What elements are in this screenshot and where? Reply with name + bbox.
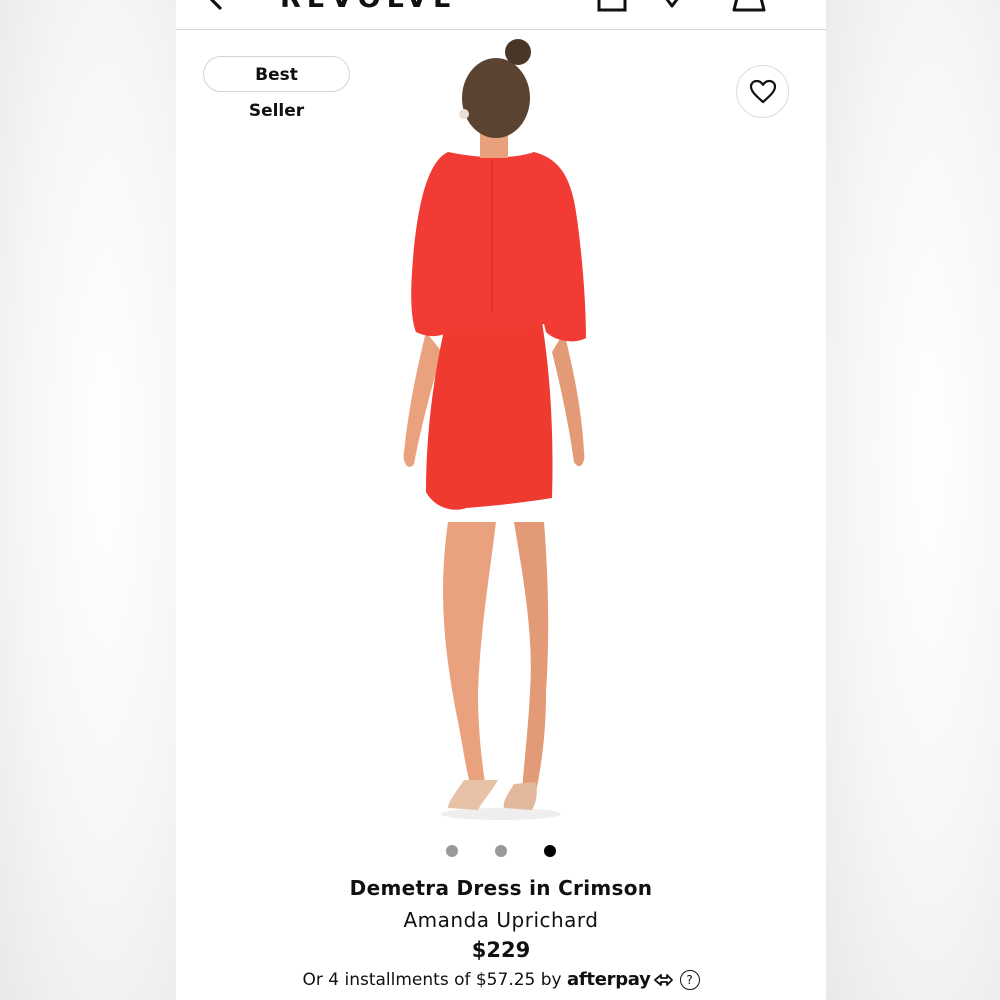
- product-image[interactable]: [386, 32, 616, 832]
- best-seller-badge: Best Seller: [203, 56, 350, 121]
- blurred-background-left: [0, 0, 176, 1000]
- installment-text: Or 4 installments of $57.25 by: [302, 970, 562, 990]
- help-icon[interactable]: ?: [679, 970, 700, 990]
- favorite-button[interactable]: [736, 65, 789, 118]
- product-price: $229: [471, 938, 531, 962]
- blurred-background-right: [826, 0, 1000, 1000]
- afterpay-arrows-icon: [653, 974, 673, 986]
- account-icon[interactable]: [730, 0, 768, 12]
- store-logo[interactable]: REVOLVE: [280, 0, 457, 14]
- shopping-bag-icon[interactable]: [596, 0, 628, 12]
- back-arrow-icon[interactable]: [204, 0, 234, 12]
- image-carousel-indicator: [176, 843, 826, 859]
- product-title: Demetra Dress in Crimson: [349, 876, 653, 900]
- afterpay-logo[interactable]: afterpay: [567, 969, 651, 990]
- product-screen: REVOLVE Best Seller: [176, 0, 826, 1000]
- top-navigation-bar: REVOLVE: [176, 0, 826, 30]
- heart-icon[interactable]: [656, 0, 688, 10]
- product-brand[interactable]: Amanda Uprichard: [176, 908, 826, 932]
- carousel-dot-3[interactable]: [544, 845, 556, 857]
- heart-outline-icon: [749, 79, 776, 103]
- carousel-dot-1[interactable]: [446, 845, 458, 857]
- carousel-dot-2[interactable]: [495, 845, 507, 857]
- installment-offer: Or 4 installments of $57.25 by afterpay …: [176, 969, 826, 990]
